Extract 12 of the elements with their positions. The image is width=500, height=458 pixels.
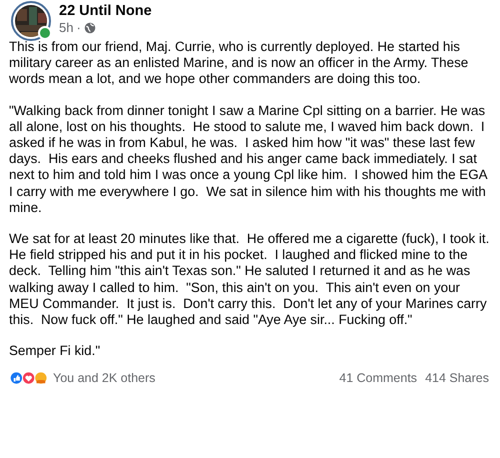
post-paragraph: "Walking back from dinner tonight I saw a Marine Cpl sitting on a barrier. He was all alone, lost on his thoughts. He stood to salute me, I waved him back down. I asked if he was in from Kabul, he was. I asked him how "it was" these last few days. His ears and cheeks flushed and his anger came back immediately. I sat next to him and told him I was once a young Cpl like him. I showed him the EGA I carry with me everywhere I go. We sat in silence him with his thoughts me with mine. [9, 102, 488, 216]
post-paragraph: We sat for at least 20 minutes like that. He offered me a cigarette (fuck), I took it. He field stripped his and put it in his pocket. I laughed and flicked mine to the deck. Telling him "this ain't Texas son." He saluted I returned it and as he was walking away I called to him. "Son, this ain't on you. This ain't even on your MEU Commander. It just is. Don't carry this. Don't let any of your Marines carry this. Now fuck off." He laughed and said "Aye Aye sir... Fucking off." [9, 231, 490, 328]
separator-dot: · [76, 20, 81, 35]
reactions-count[interactable]: You and 2K others [53, 371, 156, 386]
post-paragraph: Semper Fi kid." [9, 343, 102, 360]
comments-count[interactable]: 41 Comments [339, 371, 418, 386]
post-paragraph: This is from our friend, Maj. Currie, who is currently deployed. He started his military career as an enlisted Marine, and is now an officer in the Army. These words mean a lot, and we hope other commanders are doing this too. [9, 39, 470, 88]
author-name[interactable]: 22 Until None [59, 3, 152, 20]
globe-icon [84, 22, 96, 34]
reaction-icons [9, 371, 50, 386]
post-time[interactable]: 5h [59, 20, 74, 35]
shares-count[interactable]: 414 Shares [425, 371, 489, 386]
